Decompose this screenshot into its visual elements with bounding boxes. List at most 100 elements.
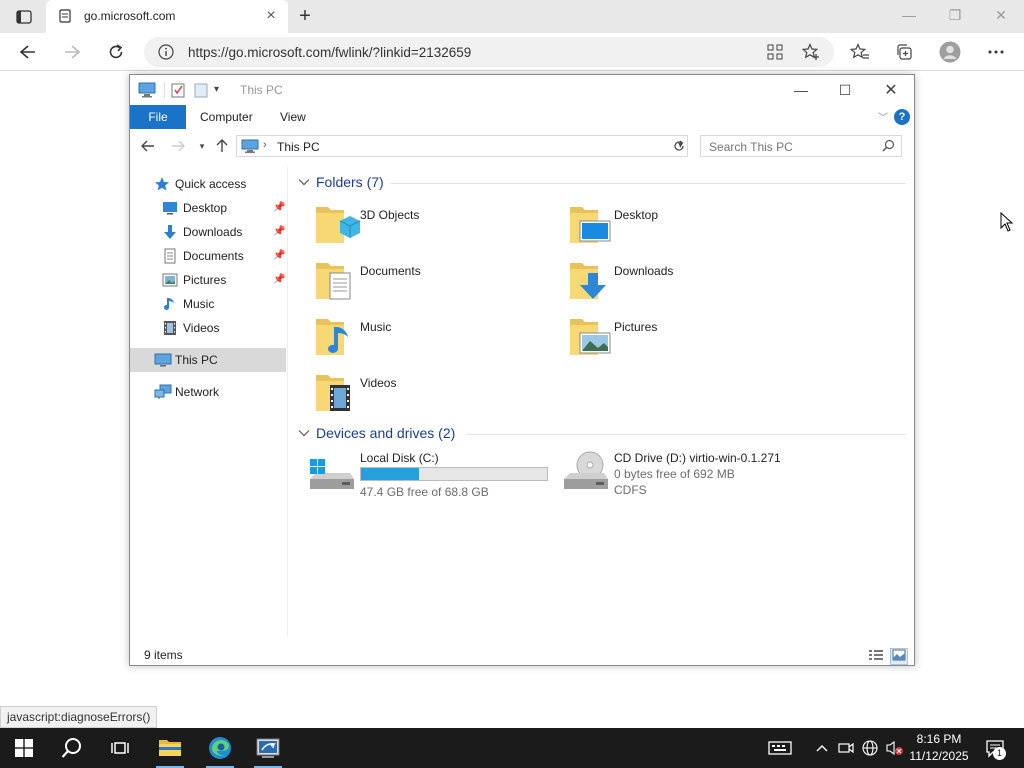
folder-pictures[interactable]: Pictures [568,313,808,365]
apps-icon[interactable] [766,43,784,61]
sidebar-item-desktop[interactable]: Desktop 📌 [130,196,286,220]
sidebar-item-documents[interactable]: Documents 📌 [130,244,286,268]
explorer-refresh-icon[interactable] [672,139,686,153]
breadcrumb[interactable]: This PC [277,140,320,154]
folder-3d-objects[interactable]: 3D Objects [314,201,554,253]
minimize-icon[interactable]: — [886,0,932,30]
download-icon [162,224,178,240]
folder-downloads[interactable]: Downloads [568,257,808,309]
edge-icon [209,737,231,759]
explorer-maximize-icon[interactable]: ☐ [822,75,868,105]
sidebar-item-music[interactable]: Music [130,292,286,316]
notifications-icon[interactable]: 1 [980,728,1010,768]
drive-cd-d[interactable]: CD Drive (D:) virtio-win-0.1.271 0 bytes… [560,451,880,503]
search-icon [61,738,81,758]
link-status-bubble: javascript:diagnoseErrors() [0,706,158,728]
search-icon[interactable] [882,139,895,155]
sidebar-item-this-pc[interactable]: This PC [130,348,286,372]
sidebar-item-label: Desktop [183,201,228,215]
customize-qat-icon[interactable]: ▾ [214,84,219,100]
folder-music[interactable]: Music [314,313,554,365]
browser-tab[interactable]: go.microsoft.com × [46,0,288,33]
collections-icon[interactable] [892,40,916,64]
documents-folder-icon [314,257,362,305]
search-placeholder: Search This PC [709,140,793,154]
drive-filesystem: CDFS [614,483,647,497]
profile-avatar-icon[interactable] [938,40,962,64]
help-icon[interactable]: ? [894,109,910,125]
tab-computer[interactable]: Computer [200,110,253,124]
tab-file[interactable]: File [130,105,186,129]
sidebar-item-videos[interactable]: Videos [130,316,286,340]
start-button[interactable] [0,728,48,768]
explorer-forward-icon[interactable] [170,138,186,154]
restore-icon[interactable]: ❐ [932,0,978,30]
drives-group-title: Devices and drives (2) [316,425,456,441]
task-view-button[interactable] [96,728,144,768]
pin-icon[interactable]: 📌 [273,202,285,214]
folder-documents[interactable]: Documents [314,257,554,309]
meet-now-icon[interactable] [836,728,856,768]
sidebar-item-pictures[interactable]: Pictures 📌 [130,268,286,292]
explorer-address-bar[interactable]: › This PC ▾ [236,135,688,157]
new-folder-icon[interactable] [194,82,208,98]
taskbar-clock[interactable]: 8:16 PM 11/12/2025 [900,731,978,765]
folder-label: Downloads [614,264,674,278]
search-button[interactable] [48,728,96,768]
tab-close-icon[interactable]: × [264,8,278,24]
sidebar-item-downloads[interactable]: Downloads 📌 [130,220,286,244]
properties-icon[interactable] [164,82,185,98]
drives-group-header[interactable]: Devices and drives (2) [294,424,906,444]
group-divider [390,183,906,184]
folder-label: Pictures [614,320,658,334]
folder-videos[interactable]: Videos [314,369,554,421]
up-icon[interactable] [214,138,230,154]
favorites-icon[interactable] [848,40,872,64]
file-explorer-taskbar-button[interactable] [146,728,194,768]
pin-icon[interactable]: 📌 [273,226,285,238]
pin-icon[interactable]: 📌 [273,274,285,286]
sidebar-item-quick-access[interactable]: Quick access [130,172,286,196]
explorer-back-icon[interactable] [140,138,156,154]
touch-keyboard-icon[interactable] [764,728,796,768]
explorer-close-icon[interactable]: ✕ [868,75,914,105]
mouse-cursor-icon [1000,211,1014,232]
downloads-folder-icon [568,257,616,305]
expand-ribbon-icon[interactable]: ﹀ [878,109,888,124]
forward-icon[interactable] [60,40,84,64]
new-tab-button[interactable]: + [294,6,316,28]
refresh-icon[interactable] [104,40,128,64]
3d-objects-folder-icon [314,201,362,249]
drive-usage-bar [360,467,548,481]
network-status-icon[interactable] [860,728,880,768]
info-icon[interactable] [158,44,174,60]
address-bar[interactable]: https://go.microsoft.com/fwlink/?linkid=… [144,37,834,67]
sidebar-item-network[interactable]: Network [130,380,286,404]
app-taskbar-button[interactable] [244,728,292,768]
tab-view[interactable]: View [280,110,306,124]
explorer-navigation-bar: ▾ › This PC ▾ Search This PC [130,131,914,161]
videos-folder-icon [314,369,362,417]
explorer-search-input[interactable]: Search This PC [700,135,902,157]
sidebar-item-label: Quick access [175,177,247,191]
drive-local-disk-c[interactable]: Local Disk (C:) 47.4 GB free of 68.8 GB [306,451,556,503]
pin-icon[interactable]: 📌 [273,250,285,262]
folders-group-title: Folders (7) [316,174,384,190]
details-view-icon[interactable] [868,648,884,665]
folder-desktop[interactable]: Desktop [568,201,808,253]
add-favorite-icon[interactable] [801,43,820,61]
back-icon[interactable] [16,40,40,64]
breadcrumb-separator-icon[interactable]: › [263,139,267,151]
chevron-down-icon[interactable] [298,176,310,188]
recent-locations-icon[interactable]: ▾ [194,138,210,154]
show-hidden-icons-icon[interactable] [812,728,832,768]
close-icon[interactable]: ✕ [978,0,1024,30]
chevron-down-icon[interactable] [298,427,310,439]
sidebar-item-label: Pictures [183,273,227,287]
large-icons-view-icon[interactable] [890,648,908,665]
edge-taskbar-button[interactable] [196,728,244,768]
more-icon[interactable] [984,40,1008,64]
folders-group-header[interactable]: Folders (7) [294,173,906,193]
tab-actions-icon[interactable] [10,6,38,28]
explorer-minimize-icon[interactable]: — [778,75,824,105]
